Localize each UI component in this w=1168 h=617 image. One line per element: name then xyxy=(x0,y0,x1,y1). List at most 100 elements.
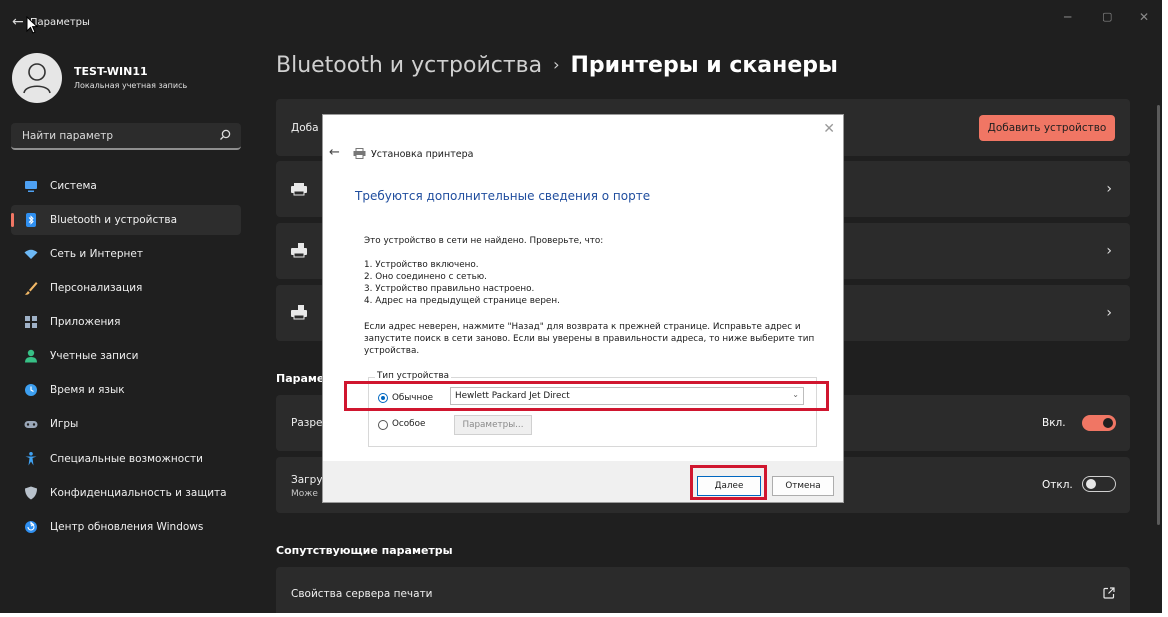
back-arrow-icon[interactable]: ← xyxy=(12,14,24,30)
gamepad-icon xyxy=(24,421,38,428)
allow-toggle[interactable] xyxy=(1082,415,1116,431)
nav-item-apps[interactable]: Приложения xyxy=(11,307,241,337)
radio-custom-label[interactable]: Особое xyxy=(392,419,425,429)
printer-icon xyxy=(291,243,307,258)
nav-label: Система xyxy=(50,180,97,192)
nav-label: Сеть и Интернет xyxy=(50,248,143,260)
add-printer-dialog: ✕ ← Установка принтера Требуются дополни… xyxy=(322,114,844,503)
device-type-legend: Тип устройства xyxy=(375,371,452,381)
print-server-props-row[interactable]: Свойства сервера печати xyxy=(276,567,1130,613)
checklist-item: 1. Устройство включено. xyxy=(364,260,479,270)
nav-label: Центр обновления Windows xyxy=(50,521,204,533)
update-icon xyxy=(25,521,37,533)
shield-icon xyxy=(25,486,37,500)
related-settings-heading: Сопутствующие параметры xyxy=(276,544,453,557)
checklist-item: 4. Адрес на предыдущей странице верен. xyxy=(364,296,560,306)
dialog-title: Установка принтера xyxy=(371,149,474,160)
printer-icon xyxy=(291,183,307,196)
person-icon xyxy=(25,349,37,363)
bluetooth-icon xyxy=(26,213,36,227)
minimize-icon[interactable]: ─ xyxy=(1064,10,1071,24)
account-type: Локальная учетная запись xyxy=(74,81,188,90)
nav-label: Время и язык xyxy=(50,384,125,396)
download-row-label: Загру xyxy=(291,474,323,486)
advice-text: запустите поиск в сети заново. Если вы у… xyxy=(364,334,815,344)
nav-item-gaming[interactable]: Игры xyxy=(11,409,241,439)
nav-item-bluetooth-devices[interactable]: Bluetooth и устройства xyxy=(11,205,241,235)
printer-icon xyxy=(291,305,307,320)
screen-border xyxy=(0,613,1168,617)
nav-item-personalization[interactable]: Персонализация xyxy=(11,273,241,303)
breadcrumb-parent[interactable]: Bluetooth и устройства xyxy=(276,53,542,78)
chevron-right-icon: › xyxy=(1106,243,1112,259)
search-placeholder: Найти параметр xyxy=(22,130,113,142)
radio-custom[interactable] xyxy=(378,420,388,430)
search-icon xyxy=(220,129,231,140)
params-button[interactable]: Параметры... xyxy=(454,415,532,435)
add-device-row-label: Доба xyxy=(291,122,319,134)
person-avatar-icon xyxy=(23,63,51,94)
download-toggle-label: Откл. xyxy=(1042,479,1073,491)
brush-icon xyxy=(25,282,38,295)
wifi-icon xyxy=(24,249,38,259)
nav-item-system[interactable]: Система xyxy=(11,171,241,201)
add-device-button[interactable]: Добавить устройство xyxy=(979,115,1115,141)
accessibility-icon xyxy=(25,452,37,466)
highlight-device-type xyxy=(344,381,829,411)
nav-label: Приложения xyxy=(50,316,121,328)
allow-row-label: Разре xyxy=(291,417,323,429)
nav-label: Специальные возможности xyxy=(50,453,203,465)
settings-window: ← Параметры ─ ▢ ✕ TEST-WIN11 Локальная у… xyxy=(0,0,1162,613)
checklist-item: 3. Устройство правильно настроено. xyxy=(364,284,535,294)
allow-toggle-label: Вкл. xyxy=(1042,417,1066,429)
nav-item-windows-update[interactable]: Центр обновления Windows xyxy=(11,512,241,542)
dialog-heading: Требуются дополнительные сведения о порт… xyxy=(355,189,651,203)
chevron-right-icon: › xyxy=(1106,305,1112,321)
nav-item-accounts[interactable]: Учетные записи xyxy=(11,341,241,371)
printer-icon xyxy=(353,148,366,159)
app-title: Параметры xyxy=(30,17,90,28)
nav-label: Bluetooth и устройства xyxy=(50,214,177,226)
checklist-item: 2. Оно соединено с сетью. xyxy=(364,272,487,282)
toggle-knob xyxy=(1103,418,1113,428)
print-server-props-label: Свойства сервера печати xyxy=(291,588,433,600)
scrollbar[interactable] xyxy=(1157,105,1160,525)
download-row-sub: Може xyxy=(291,489,318,499)
advice-text: Если адрес неверен, нажмите "Назад" для … xyxy=(364,322,801,332)
nav-item-network[interactable]: Сеть и Интернет xyxy=(11,239,241,269)
external-link-icon xyxy=(1103,587,1115,599)
avatar xyxy=(12,53,62,103)
search-input[interactable]: Найти параметр xyxy=(11,123,241,150)
close-icon[interactable]: ✕ xyxy=(1139,10,1149,24)
cancel-button[interactable]: Отмена xyxy=(772,476,834,496)
toggle-knob xyxy=(1086,479,1096,489)
account-profile[interactable]: TEST-WIN11 Локальная учетная запись xyxy=(12,50,252,106)
advice-text: устройства. xyxy=(364,346,420,356)
globe-clock-icon xyxy=(25,384,37,396)
highlight-next-button xyxy=(690,465,767,500)
title-bar: ← Параметры ─ ▢ ✕ xyxy=(0,0,1162,42)
monitor-icon xyxy=(25,181,37,192)
dialog-close-icon[interactable]: ✕ xyxy=(823,121,835,137)
dialog-intro: Это устройство в сети не найдено. Провер… xyxy=(364,236,604,246)
nav-item-accessibility[interactable]: Специальные возможности xyxy=(11,444,241,474)
breadcrumb: Bluetooth и устройства › Принтеры и сканер… xyxy=(276,53,838,78)
download-toggle[interactable] xyxy=(1082,476,1116,492)
nav-label: Учетные записи xyxy=(50,350,139,362)
screen-border xyxy=(1162,0,1168,617)
page-title: Принтеры и сканеры xyxy=(570,53,838,78)
nav-item-privacy-security[interactable]: Конфиденциальность и защита xyxy=(11,478,241,508)
nav-item-time-language[interactable]: Время и язык xyxy=(11,375,241,405)
chevron-right-icon: › xyxy=(1106,181,1112,197)
active-indicator xyxy=(11,213,14,227)
dialog-back-arrow-icon[interactable]: ← xyxy=(329,145,340,160)
mouse-cursor-icon xyxy=(26,16,38,34)
maximize-icon[interactable]: ▢ xyxy=(1102,10,1112,23)
printer-params-heading: Параме xyxy=(276,372,325,385)
nav-label: Конфиденциальность и защита xyxy=(50,487,227,499)
account-name: TEST-WIN11 xyxy=(74,65,148,78)
nav-label: Персонализация xyxy=(50,282,143,294)
apps-icon xyxy=(25,316,37,328)
breadcrumb-separator: › xyxy=(553,55,560,74)
nav-label: Игры xyxy=(50,418,79,430)
